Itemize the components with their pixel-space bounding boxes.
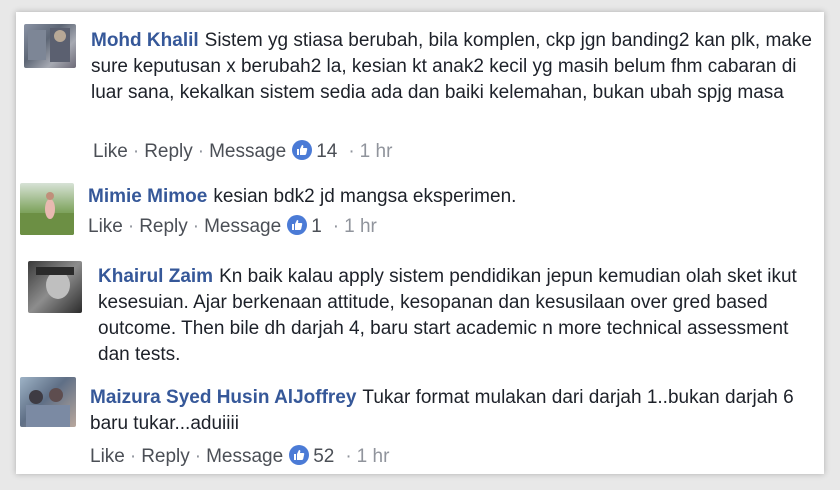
reaction-count[interactable]: 52 xyxy=(313,446,334,467)
separator-dot: · xyxy=(192,216,200,237)
comment-timestamp[interactable]: 1 hr xyxy=(344,216,377,237)
avatar-image xyxy=(20,192,74,235)
commenter-name[interactable]: Maizura Syed Husin AlJoffrey xyxy=(90,387,356,408)
thumbs-up-icon[interactable] xyxy=(292,140,313,160)
screenshot-frame: Mohd Khalil Sistem yg stiasa berubah, bil… xyxy=(0,0,840,490)
avatar-image xyxy=(28,28,70,62)
separator-dot: · xyxy=(127,216,135,237)
message-link[interactable]: Message xyxy=(206,446,283,467)
separator-dot: · xyxy=(345,446,352,467)
comment-item: Maizura Syed Husin AlJoffrey Tukar format… xyxy=(16,367,824,474)
thumbs-up-icon[interactable] xyxy=(289,445,310,465)
comments-panel: Mohd Khalil Sistem yg stiasa berubah, bil… xyxy=(16,12,824,474)
avatar-image xyxy=(36,267,74,299)
thumbs-up-icon[interactable] xyxy=(287,215,308,235)
comment-body: Maizura Syed Husin AlJoffrey Tukar format… xyxy=(90,385,818,437)
reply-link[interactable]: Reply xyxy=(139,216,188,237)
separator-dot: · xyxy=(132,141,140,162)
separator-dot: · xyxy=(348,141,355,162)
comment-text: Sistem yg stiasa berubah, bila komplen, … xyxy=(91,30,812,103)
like-link[interactable]: Like xyxy=(93,141,128,162)
reaction-count[interactable]: 14 xyxy=(316,141,337,162)
message-link[interactable]: Message xyxy=(204,216,281,237)
like-link[interactable]: Like xyxy=(88,216,123,237)
avatar-mimie-mimoe[interactable] xyxy=(20,183,74,235)
comment-item: Mimie Mimoe kesian bdk2 jd mangsa eksperi… xyxy=(16,179,824,251)
comment-body: Mimie Mimoe kesian bdk2 jd mangsa eksperi… xyxy=(88,184,818,210)
avatar-image xyxy=(26,388,70,427)
comment-text: kesian bdk2 jd mangsa eksperimen. xyxy=(213,186,517,207)
like-link[interactable]: Like xyxy=(90,446,125,467)
reply-link[interactable]: Reply xyxy=(141,446,190,467)
comment-actions: Like · Reply · Message 1 · 1 hr xyxy=(88,215,377,238)
avatar-mohd-khalil[interactable] xyxy=(24,24,76,68)
reply-link[interactable]: Reply xyxy=(144,141,193,162)
separator-dot: · xyxy=(129,446,137,467)
commenter-name[interactable]: Mohd Khalil xyxy=(91,30,199,51)
comment-item: Khairul Zaim Kn baik kalau apply sistem p… xyxy=(16,247,824,365)
comment-actions: Like · Reply · Message 14 · 1 hr xyxy=(93,140,392,163)
message-link[interactable]: Message xyxy=(209,141,286,162)
comment-actions: Like · Reply · Message 52 · 1 hr xyxy=(90,445,389,468)
reaction-count[interactable]: 1 xyxy=(311,216,322,237)
comment-body: Mohd Khalil Sistem yg stiasa berubah, bil… xyxy=(91,28,821,106)
separator-dot: · xyxy=(194,446,202,467)
comment-timestamp[interactable]: 1 hr xyxy=(357,446,390,467)
comment-item: Mohd Khalil Sistem yg stiasa berubah, bil… xyxy=(16,12,824,174)
separator-dot: · xyxy=(332,216,340,237)
avatar-khairul-zaim[interactable] xyxy=(28,261,82,313)
avatar-maizura[interactable] xyxy=(20,377,76,427)
separator-dot: · xyxy=(197,141,205,162)
comment-timestamp[interactable]: 1 hr xyxy=(360,141,393,162)
commenter-name[interactable]: Khairul Zaim xyxy=(98,266,213,287)
commenter-name[interactable]: Mimie Mimoe xyxy=(88,186,207,207)
comment-body: Khairul Zaim Kn baik kalau apply sistem p… xyxy=(98,264,818,365)
